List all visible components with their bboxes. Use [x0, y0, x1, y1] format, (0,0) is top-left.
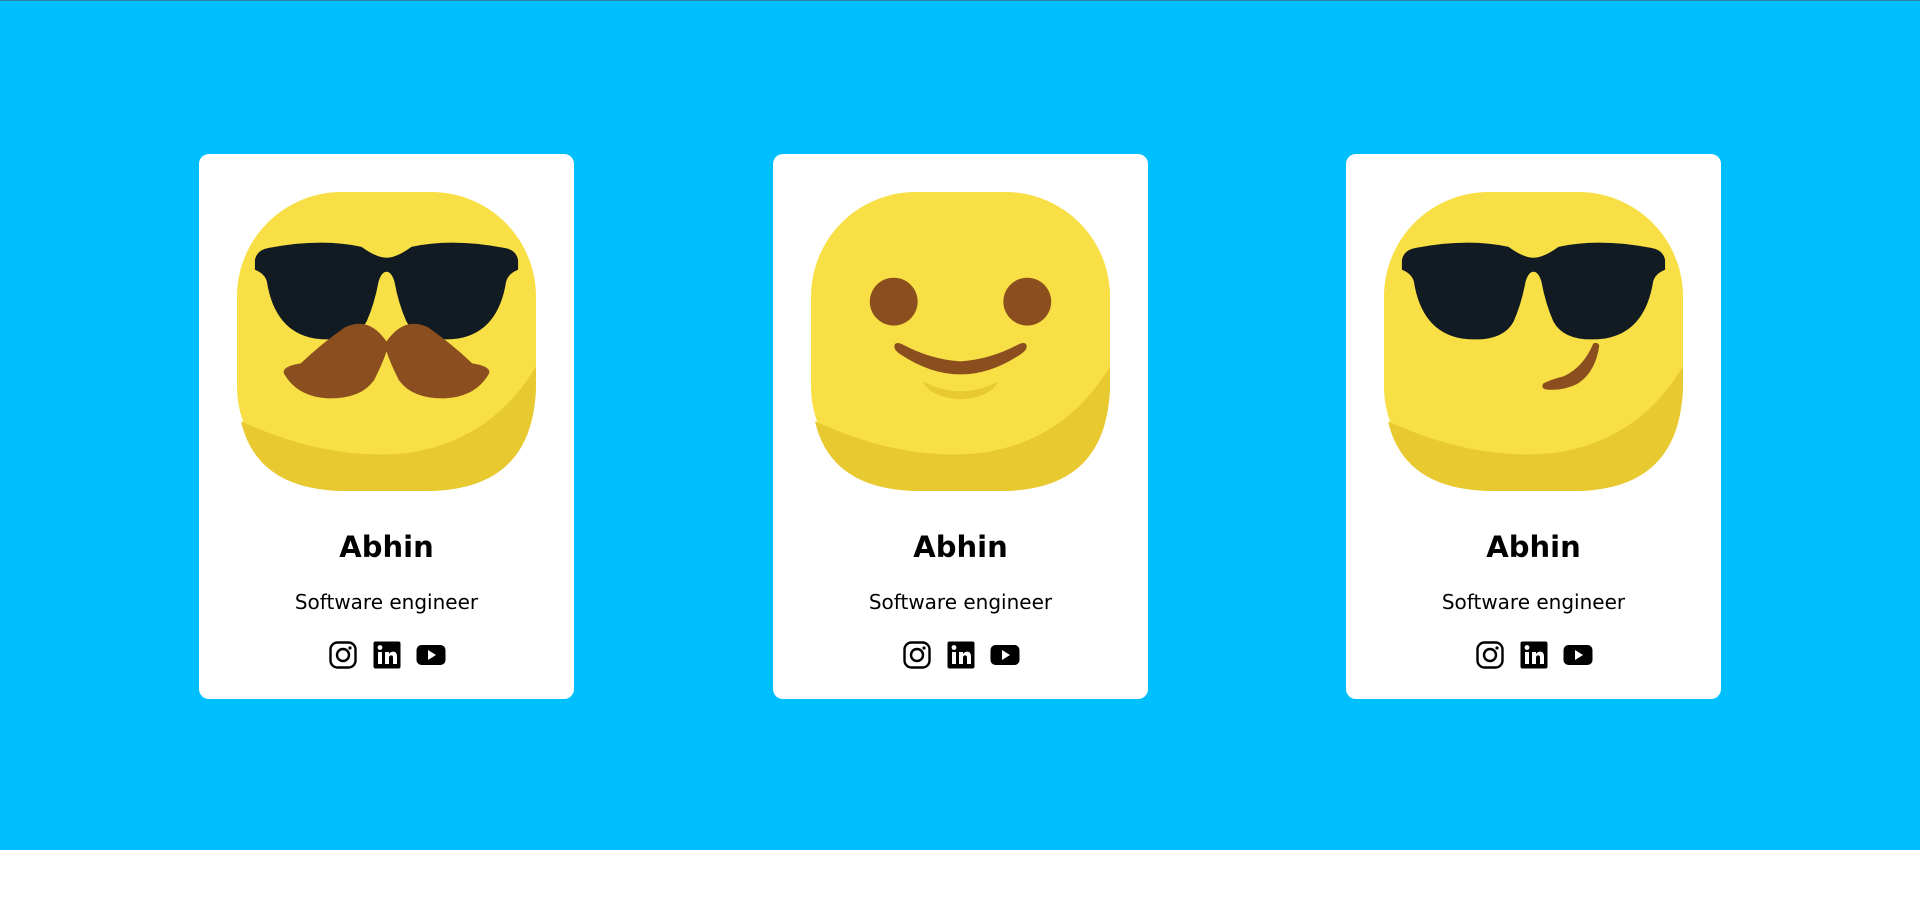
profile-name: Abhin	[339, 530, 434, 564]
profile-card: Abhin Software engineer	[773, 154, 1148, 699]
linkedin-icon[interactable]	[1519, 640, 1549, 670]
profile-name: Abhin	[1486, 530, 1581, 564]
emoji-sunglasses-mustache-icon	[237, 192, 536, 491]
linkedin-icon[interactable]	[946, 640, 976, 670]
hero-section: Abhin Software engineer Abhin Software e…	[0, 0, 1920, 850]
youtube-icon[interactable]	[1563, 640, 1593, 670]
emoji-sunglasses-smirk-icon	[1384, 192, 1683, 491]
profile-card: Abhin Software engineer	[1346, 154, 1721, 699]
social-links	[1346, 640, 1721, 672]
instagram-icon[interactable]	[902, 640, 932, 670]
emoji-smile-icon	[811, 192, 1110, 491]
profile-name: Abhin	[913, 530, 1008, 564]
linkedin-icon[interactable]	[372, 640, 402, 670]
instagram-icon[interactable]	[1475, 640, 1505, 670]
youtube-icon[interactable]	[416, 640, 446, 670]
profile-role: Software engineer	[294, 590, 479, 614]
profile-role: Software engineer	[1441, 590, 1626, 614]
social-links	[773, 640, 1148, 672]
instagram-icon[interactable]	[328, 640, 358, 670]
youtube-icon[interactable]	[990, 640, 1020, 670]
profile-card: Abhin Software engineer	[199, 154, 574, 699]
profile-role: Software engineer	[868, 590, 1053, 614]
social-links	[199, 640, 574, 672]
